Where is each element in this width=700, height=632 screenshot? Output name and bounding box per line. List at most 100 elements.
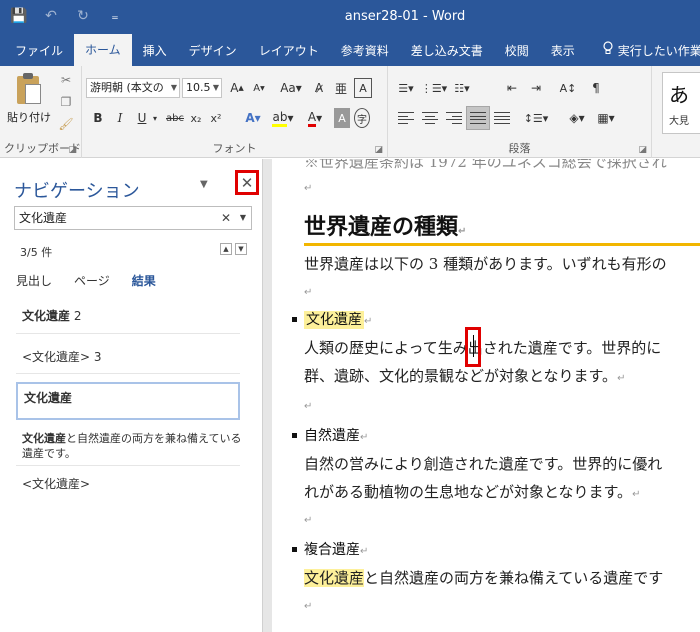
style-name: 大見 bbox=[669, 116, 689, 127]
divider bbox=[16, 465, 240, 466]
section-title: 複合遺産↵ bbox=[304, 539, 368, 559]
nav-tab-headings[interactable]: 見出し bbox=[16, 272, 52, 289]
search-result-item[interactable]: 文化遺産 2 bbox=[16, 307, 240, 324]
result-context-text: <文化遺産> 3 bbox=[22, 350, 102, 364]
format-painter-icon[interactable]: 🖌 bbox=[58, 116, 74, 132]
chevron-down-icon[interactable]: ▼ bbox=[240, 207, 246, 229]
show-marks-icon[interactable]: ¶ bbox=[588, 78, 604, 98]
doc-line: 自然の営みにより創造された遺産です。世界的に優れ bbox=[304, 455, 663, 473]
align-right-icon[interactable] bbox=[444, 108, 464, 128]
chevron-down-icon: ▼ bbox=[170, 83, 177, 92]
font-color-icon[interactable]: A ▾ bbox=[304, 108, 326, 128]
grow-font-icon[interactable]: A ▲ bbox=[228, 78, 246, 98]
search-result-item[interactable]: <文化遺産> 3 bbox=[16, 348, 240, 365]
paragraph-mark: ↵ bbox=[617, 373, 626, 384]
paragraph-mark: ↵ bbox=[304, 515, 313, 526]
tab-review[interactable]: 校閲 bbox=[494, 36, 540, 66]
clipboard-group: 貼り付け ✂ ❐ 🖌 クリップボード ◪ bbox=[0, 66, 82, 158]
sort-icon[interactable]: A↕ bbox=[556, 78, 580, 98]
distributed-icon[interactable] bbox=[492, 108, 512, 128]
previous-result-icon[interactable]: ▲ bbox=[220, 243, 232, 255]
underline-dropdown-icon[interactable]: ▾ bbox=[150, 108, 160, 128]
doc-line: 文化遺産と自然遺産の両方を兼ね備えている遺産です bbox=[304, 567, 663, 588]
nav-pane-options-icon[interactable]: ▼ bbox=[200, 179, 208, 190]
underline-button[interactable]: U bbox=[134, 108, 150, 128]
bold-button[interactable]: B bbox=[90, 108, 106, 128]
paragraph-mark: ↵ bbox=[364, 316, 373, 327]
character-shading-icon[interactable]: A bbox=[334, 108, 350, 128]
cut-icon[interactable]: ✂ bbox=[58, 72, 74, 88]
nav-search-value: 文化遺産 bbox=[19, 211, 68, 225]
justify-icon[interactable] bbox=[466, 106, 490, 130]
section-title: 自然遺産↵ bbox=[304, 425, 368, 445]
nav-tab-results[interactable]: 結果 bbox=[132, 272, 156, 289]
strikethrough-button[interactable]: abc bbox=[164, 108, 186, 128]
ribbon-tabs: ファイル ホーム 挿入 デザイン レイアウト 参考資料 差し込み文書 校閲 表示… bbox=[0, 34, 700, 66]
nav-search-input[interactable]: 文化遺産 ✕ ▼ bbox=[14, 206, 252, 230]
change-case-icon[interactable]: Aa▾ bbox=[278, 78, 304, 98]
document-area[interactable]: ※世界遺産条約は 1972 年のユネスコ総会で採択され ↵ 世界遺産の種類↵ 世… bbox=[272, 159, 700, 632]
tab-insert[interactable]: 挿入 bbox=[132, 36, 178, 66]
nav-tab-pages[interactable]: ページ bbox=[74, 272, 110, 289]
tab-mailings[interactable]: 差し込み文書 bbox=[400, 36, 494, 66]
search-result-item[interactable]: 文化遺産と自然遺産の両方を兼ね備えている遺産です。 bbox=[22, 431, 242, 461]
result-context-text: <文化遺産> bbox=[22, 477, 91, 491]
result-context-text: 2 bbox=[70, 309, 82, 323]
font-name-combo[interactable]: 游明朝 (本文の ▼ bbox=[86, 78, 180, 98]
increase-indent-icon[interactable]: ⇥ bbox=[526, 78, 546, 98]
result-nav-arrows: ▲ ▼ bbox=[220, 243, 247, 255]
bullet-marker bbox=[292, 433, 297, 438]
bullets-icon[interactable]: ☰▾ bbox=[394, 78, 418, 98]
bullet-marker bbox=[292, 547, 297, 552]
clear-formatting-icon[interactable]: A̷ bbox=[310, 78, 328, 98]
result-match-text: 文化遺産 bbox=[22, 309, 71, 323]
paste-button[interactable]: 貼り付け bbox=[6, 72, 52, 125]
copy-icon[interactable]: ❐ bbox=[58, 94, 74, 110]
line-spacing-icon[interactable]: ↕☰▾ bbox=[524, 108, 549, 128]
tab-home[interactable]: ホーム bbox=[74, 34, 132, 66]
highlight-color-icon[interactable]: ab ▾ bbox=[272, 108, 294, 128]
multilevel-list-icon[interactable]: ☷▾ bbox=[450, 78, 474, 98]
align-center-icon[interactable] bbox=[420, 108, 440, 128]
paragraph-mark: ↵ bbox=[632, 489, 641, 500]
tab-layout[interactable]: レイアウト bbox=[248, 36, 330, 66]
paragraph-mark: ↵ bbox=[304, 601, 313, 612]
doc-line: 人類の歴史によって生み出された遺産です。世界的に bbox=[304, 339, 662, 357]
result-match-text: 文化遺産 bbox=[22, 432, 66, 445]
shading-icon[interactable]: ◈▾ bbox=[564, 108, 590, 128]
paragraph-mark: ↵ bbox=[304, 287, 313, 298]
styles-group: あ 大見 bbox=[652, 66, 700, 158]
next-result-icon[interactable]: ▼ bbox=[235, 243, 247, 255]
tell-me-box[interactable]: 実行したい作業 bbox=[586, 36, 700, 66]
tab-references[interactable]: 参考資料 bbox=[330, 36, 400, 66]
section-title-text: 文化遺産 bbox=[304, 311, 364, 329]
character-border-icon[interactable]: A bbox=[354, 78, 372, 98]
decrease-indent-icon[interactable]: ⇤ bbox=[502, 78, 522, 98]
tell-me-text: 実行したい作業 bbox=[617, 44, 700, 58]
paragraph-launcher-icon[interactable]: ◪ bbox=[638, 145, 647, 155]
doc-line-text: と自然遺産の両方を兼ね備えている遺産です bbox=[364, 569, 664, 587]
tab-design[interactable]: デザイン bbox=[178, 36, 248, 66]
phonetic-guide-icon[interactable]: 亜 bbox=[332, 78, 350, 98]
pane-splitter[interactable] bbox=[262, 159, 272, 632]
borders-icon[interactable]: ▦▾ bbox=[594, 108, 618, 128]
text-effects-icon[interactable]: A▾ bbox=[242, 108, 264, 128]
numbering-icon[interactable]: ⋮☰▾ bbox=[421, 78, 447, 98]
clipboard-launcher-icon[interactable]: ◪ bbox=[68, 145, 77, 155]
subscript-button[interactable]: x₂ bbox=[188, 108, 204, 128]
tab-view[interactable]: 表示 bbox=[540, 36, 586, 66]
search-result-item-selected[interactable]: 文化遺産 bbox=[16, 382, 240, 420]
style-heading-tile[interactable]: あ 大見 bbox=[662, 72, 700, 134]
font-launcher-icon[interactable]: ◪ bbox=[374, 145, 383, 155]
text-cursor bbox=[473, 335, 474, 357]
enclosed-character-icon[interactable]: 字 bbox=[354, 108, 370, 128]
search-result-item[interactable]: <文化遺産> bbox=[16, 475, 240, 492]
font-size-combo[interactable]: 10.5 ▼ bbox=[182, 78, 222, 98]
shrink-font-icon[interactable]: A ▼ bbox=[250, 78, 268, 98]
tab-file[interactable]: ファイル bbox=[4, 36, 74, 66]
close-icon[interactable]: ✕ bbox=[235, 170, 259, 195]
italic-button[interactable]: I bbox=[112, 108, 128, 128]
clear-search-icon[interactable]: ✕ bbox=[221, 207, 231, 229]
superscript-button[interactable]: x² bbox=[208, 108, 224, 128]
align-left-icon[interactable] bbox=[396, 108, 416, 128]
